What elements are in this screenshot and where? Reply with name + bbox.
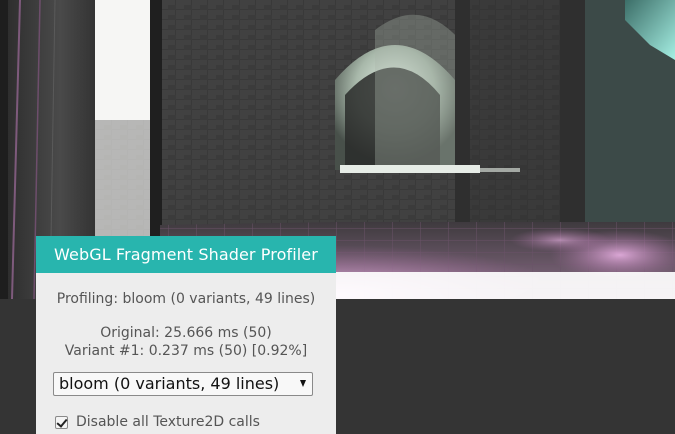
disable-texture-label: Disable all Texture2D calls [76, 414, 260, 430]
profiler-panel: WebGL Fragment Shader Profiler Profiling… [36, 236, 336, 434]
shader-select-value: bloom (0 variants, 49 lines) [59, 374, 280, 393]
profiling-status: Profiling: bloom (0 variants, 49 lines) [56, 291, 316, 307]
profiler-page: WebGL Fragment Shader Profiler Profiling… [0, 0, 675, 434]
timing-original: Original: 25.666 ms (50) [100, 325, 272, 341]
panel-title: WebGL Fragment Shader Profiler [36, 236, 336, 273]
disable-texture-option[interactable]: Disable all Texture2D calls [55, 413, 260, 431]
shader-select[interactable]: bloom (0 variants, 49 lines) [53, 372, 313, 396]
timing-variant: Variant #1: 0.237 ms (50) [0.92%] [64, 343, 308, 359]
disable-texture-checkbox[interactable] [55, 415, 68, 429]
dropdown-arrow-icon [300, 380, 306, 387]
